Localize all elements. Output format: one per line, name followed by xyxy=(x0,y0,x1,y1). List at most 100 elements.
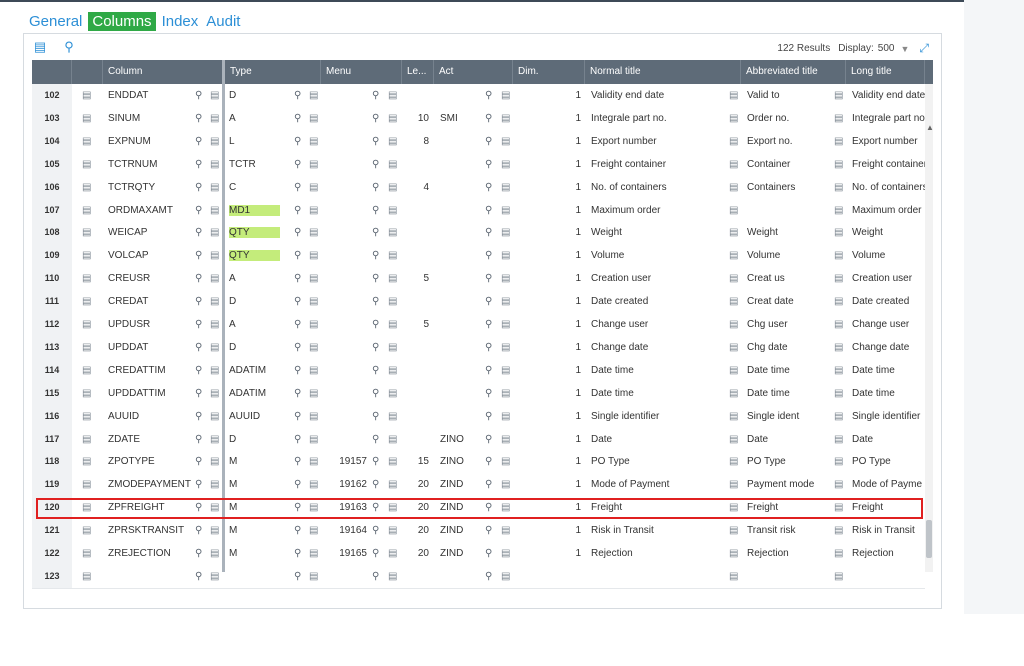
detail-icon[interactable]: ▤ xyxy=(834,450,843,473)
detail-icon[interactable]: ▤ xyxy=(501,107,510,130)
type-cell[interactable]: ADATIM xyxy=(229,382,289,405)
search-icon[interactable]: ⚲ xyxy=(485,405,492,428)
detail-icon[interactable]: ▤ xyxy=(82,519,91,542)
search-icon[interactable]: ⚲ xyxy=(485,107,492,130)
detail-icon[interactable]: ▤ xyxy=(388,107,397,130)
column-name[interactable]: AUUID xyxy=(108,405,198,428)
dim-value[interactable]: 1 xyxy=(513,244,581,267)
detail-icon[interactable]: ▤ xyxy=(729,221,738,244)
abbreviated-title[interactable] xyxy=(747,565,832,588)
long-title[interactable]: Rejection xyxy=(852,542,925,565)
column-name[interactable]: ZDATE xyxy=(108,428,198,451)
detail-icon[interactable]: ▤ xyxy=(834,519,843,542)
act-value[interactable]: ZINO xyxy=(440,450,480,473)
type-cell[interactable]: C xyxy=(229,176,289,199)
search-icon[interactable]: ⚲ xyxy=(485,153,492,176)
long-title[interactable]: Creation user xyxy=(852,267,925,290)
table-row[interactable]: 118 ▤ ZPOTYPE ⚲ ▤ M ⚲ ▤ 19157 ⚲ ▤ 15 ZINO ⚲ ▤ 1 PO Type ▤… xyxy=(32,450,925,475)
table-row[interactable]: 105 ▤ TCTRNUM ⚲ ▤ TCTR ⚲ ▤ ⚲ ▤ ⚲ ▤ 1 Freight containe… xyxy=(32,152,925,177)
vertical-scrollbar[interactable] xyxy=(925,84,933,572)
detail-icon[interactable]: ▤ xyxy=(82,176,91,199)
search-icon[interactable]: ⚲ xyxy=(195,267,202,290)
detail-icon[interactable]: ▤ xyxy=(729,336,738,359)
length-value[interactable]: 20 xyxy=(402,519,429,542)
normal-title[interactable]: Freight xyxy=(591,496,726,519)
detail-icon[interactable]: ▤ xyxy=(82,199,91,222)
long-title[interactable]: Weight xyxy=(852,221,925,244)
menu-value[interactable] xyxy=(325,336,367,359)
detail-icon[interactable]: ▤ xyxy=(388,244,397,267)
search-icon[interactable]: ⚲ xyxy=(195,519,202,542)
header-column[interactable]: Column xyxy=(103,60,225,84)
detail-icon[interactable]: ▤ xyxy=(309,130,318,153)
type-cell[interactable]: A xyxy=(229,107,289,130)
detail-icon[interactable]: ▤ xyxy=(388,542,397,565)
detail-icon[interactable]: ▤ xyxy=(210,153,219,176)
search-icon[interactable]: ⚲ xyxy=(195,565,202,588)
detail-icon[interactable]: ▤ xyxy=(388,428,397,451)
detail-icon[interactable]: ▤ xyxy=(210,405,219,428)
detail-icon[interactable]: ▤ xyxy=(729,290,738,313)
search-icon[interactable]: ⚲ xyxy=(372,84,379,107)
length-value[interactable]: 5 xyxy=(402,313,429,336)
table-row[interactable]: 114 ▤ CREDATTIM ⚲ ▤ ADATIM ⚲ ▤ ⚲ ▤ ⚲ ▤ 1 Date time ▤ Da… xyxy=(32,358,925,383)
dim-value[interactable]: 1 xyxy=(513,496,581,519)
table-row[interactable]: 104 ▤ EXPNUM ⚲ ▤ L ⚲ ▤ ⚲ ▤ 8 ⚲ ▤ 1 Export number ▤ Expor… xyxy=(32,129,925,154)
vertical-scroll-thumb[interactable] xyxy=(926,520,932,558)
act-value[interactable]: ZIND xyxy=(440,542,480,565)
search-icon[interactable]: ⚲ xyxy=(372,382,379,405)
detail-icon[interactable]: ▤ xyxy=(82,428,91,451)
detail-icon[interactable]: ▤ xyxy=(729,199,738,222)
table-row[interactable]: 112 ▤ UPDUSR ⚲ ▤ A ⚲ ▤ ⚲ ▤ 5 ⚲ ▤ 1 Change user ▤ Chg use… xyxy=(32,313,925,337)
dim-value[interactable]: 1 xyxy=(513,107,581,130)
search-icon[interactable]: ⚲ xyxy=(195,428,202,451)
normal-title[interactable]: Date created xyxy=(591,290,726,313)
normal-title[interactable]: Freight container xyxy=(591,153,726,176)
dim-value[interactable]: 1 xyxy=(513,176,581,199)
search-icon[interactable]: ⚲ xyxy=(485,519,492,542)
detail-icon[interactable]: ▤ xyxy=(210,130,219,153)
detail-icon[interactable]: ▤ xyxy=(729,267,738,290)
detail-icon[interactable]: ▤ xyxy=(501,267,510,290)
type-cell[interactable]: D xyxy=(229,84,289,107)
act-value[interactable] xyxy=(440,290,480,313)
detail-icon[interactable]: ▤ xyxy=(834,405,843,428)
column-name[interactable]: ZPFREIGHT xyxy=(108,496,198,519)
detail-icon[interactable]: ▤ xyxy=(834,290,843,313)
normal-title[interactable]: Creation user xyxy=(591,267,726,290)
search-icon[interactable]: ⚲ xyxy=(195,107,202,130)
detail-icon[interactable]: ▤ xyxy=(210,336,219,359)
search-icon[interactable]: ⚲ xyxy=(372,221,379,244)
table-row[interactable]: 106 ▤ TCTRQTY ⚲ ▤ C ⚲ ▤ ⚲ ▤ 4 ⚲ ▤ 1 No. of containers ▤… xyxy=(32,175,925,200)
detail-icon[interactable]: ▤ xyxy=(729,130,738,153)
detail-icon[interactable]: ▤ xyxy=(82,496,91,519)
type-cell[interactable]: QTY xyxy=(229,244,289,267)
detail-icon[interactable]: ▤ xyxy=(501,244,510,267)
detail-icon[interactable]: ▤ xyxy=(388,336,397,359)
abbreviated-title[interactable]: Date time xyxy=(747,359,832,382)
detail-icon[interactable]: ▤ xyxy=(210,359,219,382)
detail-icon[interactable]: ▤ xyxy=(309,221,318,244)
act-value[interactable] xyxy=(440,313,480,336)
normal-title[interactable]: Maximum order xyxy=(591,199,726,222)
dim-value[interactable]: 1 xyxy=(513,428,581,451)
detail-icon[interactable]: ▤ xyxy=(729,84,738,107)
search-icon[interactable]: ⚲ xyxy=(195,153,202,176)
search-icon[interactable]: ⚲ xyxy=(485,84,492,107)
dim-value[interactable]: 1 xyxy=(513,290,581,313)
act-value[interactable] xyxy=(440,267,480,290)
menu-value[interactable] xyxy=(325,153,367,176)
length-value[interactable] xyxy=(402,565,429,588)
table-row[interactable]: 120 ▤ ZPFREIGHT ⚲ ▤ M ⚲ ▤ 19163 ⚲ ▤ 20 ZIND ⚲ ▤ 1 Freigh… xyxy=(32,496,925,521)
dim-value[interactable]: 1 xyxy=(513,519,581,542)
type-cell[interactable]: A xyxy=(229,313,289,336)
abbreviated-title[interactable]: Order no. xyxy=(747,107,832,130)
detail-icon[interactable]: ▤ xyxy=(834,107,843,130)
search-icon[interactable]: ⚲ xyxy=(294,267,301,290)
menu-value[interactable] xyxy=(325,244,367,267)
length-value[interactable] xyxy=(402,244,429,267)
table-row[interactable]: 109 ▤ VOLCAP ⚲ ▤ QTY ⚲ ▤ ⚲ ▤ ⚲ ▤ 1 Volume ▤ Volume ▤ Volu… xyxy=(32,244,925,269)
detail-icon[interactable]: ▤ xyxy=(388,519,397,542)
detail-icon[interactable]: ▤ xyxy=(834,428,843,451)
length-value[interactable] xyxy=(402,359,429,382)
